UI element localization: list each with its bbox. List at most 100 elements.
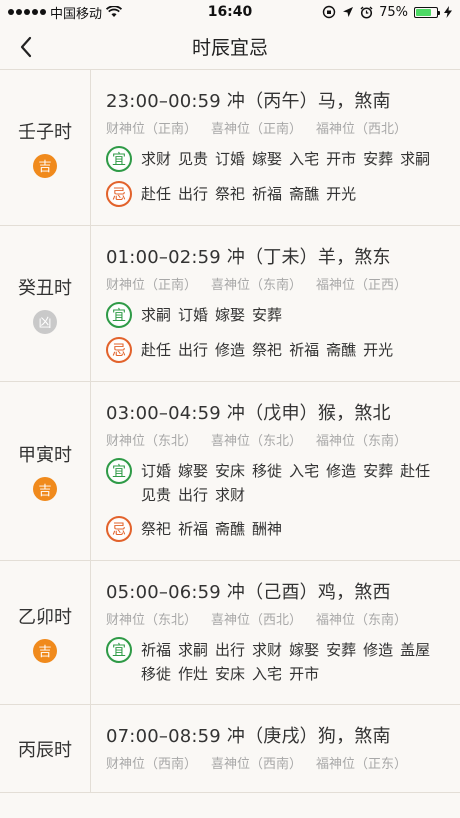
hour-detail-cell: 01:00–02:59 冲（丁未）羊，煞东 财神位（正南） 喜神位（东南） 福神位（正… xyxy=(91,226,460,381)
activity-item: 嫁娶 xyxy=(252,150,283,168)
suitable-activities: 宜求财 见贵 订婚 嫁娶 入宅 开市 安葬 求嗣 xyxy=(106,146,460,172)
activity-item: 修造 xyxy=(363,641,394,659)
god-direction: 喜神位（东北） xyxy=(211,434,303,449)
activity-item: 斋醮 xyxy=(326,341,357,359)
suitable-list: 求财 见贵 订婚 嫁娶 入宅 开市 安葬 求嗣 xyxy=(141,147,442,171)
hour-detail-cell: 05:00–06:59 冲（己酉）鸡，煞西 财神位（东北） 喜神位（西北） 福神位（东… xyxy=(91,561,460,704)
signal-icon xyxy=(8,9,46,15)
activity-item: 安葬 xyxy=(363,462,394,480)
god-direction: 福神位（东南） xyxy=(316,434,408,449)
suitable-activities: 宜订婚 嫁娶 安床 移徙 入宅 修造 安葬 赴任 见贵 出行 求财 xyxy=(106,458,460,507)
god-direction: 喜神位（西南） xyxy=(211,757,303,772)
hour-name: 癸丑时 xyxy=(18,277,72,299)
activity-item: 开市 xyxy=(326,150,357,168)
battery-icon xyxy=(414,6,440,18)
hour-row[interactable]: 癸丑时凶 01:00–02:59 冲（丁未）羊，煞东 财神位（正南） 喜神位（东南） 福… xyxy=(0,226,460,382)
avoid-activities: 忌祭祀 祈福 斋醮 酬神 xyxy=(106,516,460,542)
hour-name: 壬子时 xyxy=(18,121,72,143)
hour-summary: 01:00–02:59 冲（丁未）羊，煞东 xyxy=(106,247,391,268)
avoid-list: 祭祀 祈福 斋醮 酬神 xyxy=(141,517,294,541)
charging-icon xyxy=(444,6,452,18)
god-direction: 福神位（正西） xyxy=(316,278,408,293)
avoid-icon: 忌 xyxy=(106,516,132,542)
suitable-icon: 宜 xyxy=(106,302,132,328)
activity-item: 嫁娶 xyxy=(215,306,246,324)
activity-item: 赴任 xyxy=(141,185,172,203)
activity-item: 安床 xyxy=(215,462,246,480)
activity-item: 修造 xyxy=(215,341,246,359)
chevron-left-icon xyxy=(20,36,32,58)
hour-summary: 05:00–06:59 冲（己酉）鸡，煞西 xyxy=(106,582,391,603)
god-directions: 财神位（东北） 喜神位（西北） 福神位（东南） xyxy=(106,609,460,628)
luck-badge: 吉 xyxy=(33,477,57,501)
activity-item: 移徙 xyxy=(252,462,283,480)
god-direction: 喜神位（正南） xyxy=(211,122,303,137)
god-direction: 福神位（西北） xyxy=(316,122,408,137)
activity-item: 嫁娶 xyxy=(178,462,209,480)
hour-row[interactable]: 甲寅时吉 03:00–04:59 冲（戊申）猴，煞北财神位（东北） 喜神位（东北） 福… xyxy=(0,382,460,561)
hour-label-cell: 癸丑时凶 xyxy=(0,226,91,381)
activity-item: 见贵 xyxy=(178,150,209,168)
activity-item: 祈福 xyxy=(289,341,320,359)
activity-item: 入宅 xyxy=(252,665,283,683)
god-direction: 福神位（正东） xyxy=(316,757,408,772)
suitable-activities: 宜祈福 求嗣 出行 求财 嫁娶 安葬 修造 盖屋 移徙 作灶 安床 入宅 开市 xyxy=(106,637,460,686)
activity-item: 开光 xyxy=(363,341,394,359)
hour-row[interactable]: 乙卯时吉 05:00–06:59 冲（己酉）鸡，煞西 财神位（东北） 喜神位（西北） 福… xyxy=(0,561,460,705)
suitable-list: 祈福 求嗣 出行 求财 嫁娶 安葬 修造 盖屋 移徙 作灶 安床 入宅 开市 xyxy=(141,638,460,686)
activity-item: 入宅 xyxy=(289,462,320,480)
activity-item: 入宅 xyxy=(289,150,320,168)
hour-name: 丙辰时 xyxy=(18,739,72,761)
activity-item: 求嗣 xyxy=(141,306,172,324)
activity-item: 见贵 xyxy=(141,486,172,504)
activity-item: 出行 xyxy=(178,185,209,203)
avoid-activities: 忌赴任 出行 修造 祭祀 祈福 斋醮 开光 xyxy=(106,337,460,363)
activity-item: 盖屋 xyxy=(400,641,431,659)
wifi-icon xyxy=(106,6,123,17)
activity-item: 求嗣 xyxy=(400,150,431,168)
hour-summary: 23:00–00:59 冲（丙午）马，煞南 xyxy=(106,91,391,112)
suitable-icon: 宜 xyxy=(106,458,132,484)
activity-item: 出行 xyxy=(178,486,209,504)
page-title: 时辰宜忌 xyxy=(191,37,268,59)
hour-summary: 03:00–04:59 冲（戊申）猴，煞北 xyxy=(106,403,391,424)
back-button[interactable] xyxy=(8,24,44,70)
activity-item: 祈福 xyxy=(178,520,209,538)
god-direction: 福神位（东南） xyxy=(316,613,408,628)
battery-fill xyxy=(416,8,431,16)
activity-item: 出行 xyxy=(178,341,209,359)
hour-detail-cell: 23:00–00:59 冲（丙午）马，煞南 财神位（正南） 喜神位（正南） 福神位（西… xyxy=(91,70,460,225)
activity-item: 作灶 xyxy=(178,665,209,683)
hour-list: 壬子时吉 23:00–00:59 冲（丙午）马，煞南 财神位（正南） 喜神位（正南） 福… xyxy=(0,70,460,793)
nav-bar: 时辰宜忌 xyxy=(0,24,460,70)
god-directions: 财神位（正南） 喜神位（东南） 福神位（正西） xyxy=(106,274,460,293)
status-right: 75% xyxy=(322,5,452,20)
suitable-icon: 宜 xyxy=(106,146,132,172)
god-direction: 喜神位（东南） xyxy=(211,278,303,293)
activity-item: 开市 xyxy=(289,665,320,683)
hour-name: 甲寅时 xyxy=(18,445,72,466)
activity-item: 赴任 xyxy=(400,462,431,480)
activity-item: 求财 xyxy=(252,641,283,659)
activity-item: 酬神 xyxy=(252,520,283,538)
activity-item: 安床 xyxy=(215,665,246,683)
orientation-lock-icon xyxy=(322,5,336,19)
activity-item: 安葬 xyxy=(326,641,357,659)
activity-item: 订婚 xyxy=(215,150,246,168)
status-bar: 中国移动 16:40 75% xyxy=(0,0,460,24)
luck-badge: 凶 xyxy=(33,309,57,334)
hour-row[interactable]: 壬子时吉 23:00–00:59 冲（丙午）马，煞南 财神位（正南） 喜神位（正南） 福… xyxy=(0,70,460,226)
carrier-label: 中国移动 xyxy=(50,6,103,22)
hour-detail-cell: 03:00–04:59 冲（戊申）猴，煞北财神位（东北） 喜神位（东北） 福神位（东… xyxy=(91,382,460,560)
god-direction: 喜神位（西北） xyxy=(211,613,303,628)
activity-item: 求嗣 xyxy=(178,641,209,659)
battery-percent: 75% xyxy=(379,4,408,20)
god-directions: 财神位（西南） 喜神位（西南） 福神位（正东） xyxy=(106,753,460,772)
hour-row[interactable]: 丙辰时 07:00–08:59 冲（庚戌）狗，煞南 财神位（西南） 喜神位（西南） 福神… xyxy=(0,705,460,793)
status-left: 中国移动 xyxy=(8,3,123,22)
activity-item: 移徙 xyxy=(141,665,172,683)
avoid-activities: 忌赴任 出行 祭祀 祈福 斋醮 开光 xyxy=(106,181,460,207)
god-direction: 财神位（东北） xyxy=(106,434,198,449)
suitable-activities: 宜求嗣 订婚 嫁娶 安葬 xyxy=(106,302,460,328)
avoid-list: 赴任 出行 祭祀 祈福 斋醮 开光 xyxy=(141,182,368,206)
